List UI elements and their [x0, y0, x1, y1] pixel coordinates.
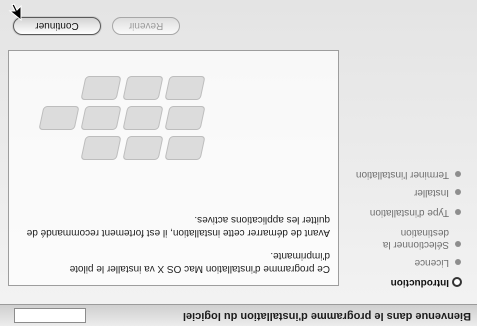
- continue-button[interactable]: Continuer: [13, 17, 101, 35]
- step-licence: Licence: [339, 256, 461, 268]
- keypad-key: [164, 136, 206, 160]
- keypad-key: [122, 106, 164, 130]
- content-pane: Ce programme d'installation Mac OS X va …: [8, 50, 339, 286]
- back-button[interactable]: Revenir: [112, 17, 180, 35]
- intro-paragraph: Ce programme d'installation Mac OS X va …: [69, 250, 330, 274]
- step-label: Terminer l'installation: [355, 169, 449, 180]
- step-label: Licence: [414, 257, 449, 268]
- step-bullet-icon: [455, 241, 461, 247]
- keypad-key: [164, 106, 206, 130]
- title-bar: Bienvenue dans le programme d'installati…: [0, 304, 477, 326]
- step-label: Installer: [413, 187, 449, 198]
- mouse-pointer-icon: [8, 3, 22, 21]
- active-step-bullet-icon: [452, 277, 462, 287]
- title-field: [14, 308, 86, 323]
- background-keypad-image: [13, 50, 213, 230]
- steps-sidebar: Introduction Licence Sélectionner la des…: [339, 0, 477, 304]
- step-finish: Terminer l'installation: [339, 168, 461, 180]
- keypad-key: [80, 76, 122, 100]
- step-bullet-icon: [455, 209, 461, 215]
- step-install: Installer: [339, 186, 461, 198]
- step-bullet-icon: [455, 259, 461, 265]
- window-title: Bienvenue dans le programme d'installati…: [182, 310, 471, 322]
- step-label: Introduction: [390, 277, 449, 288]
- keypad-key: [122, 76, 164, 100]
- step-bullet-icon: [455, 189, 461, 195]
- keypad-key: [80, 106, 122, 130]
- keypad-key: [38, 106, 80, 130]
- installer-window: Bienvenue dans le programme d'installati…: [0, 0, 477, 326]
- step-bullet-icon: [455, 171, 461, 177]
- step-label: Sélectionner la destination: [382, 227, 449, 250]
- keypad-key: [164, 76, 206, 100]
- step-destination: Sélectionner la destination: [339, 226, 461, 250]
- keypad-key: [122, 136, 164, 160]
- step-label: Type d'installation: [369, 207, 449, 218]
- warning-paragraph: Avant de démarrer cette installation, il…: [26, 214, 330, 238]
- keypad-key: [80, 136, 122, 160]
- step-installation-type: Type d'installation: [339, 206, 461, 218]
- step-introduction: Introduction: [339, 276, 462, 288]
